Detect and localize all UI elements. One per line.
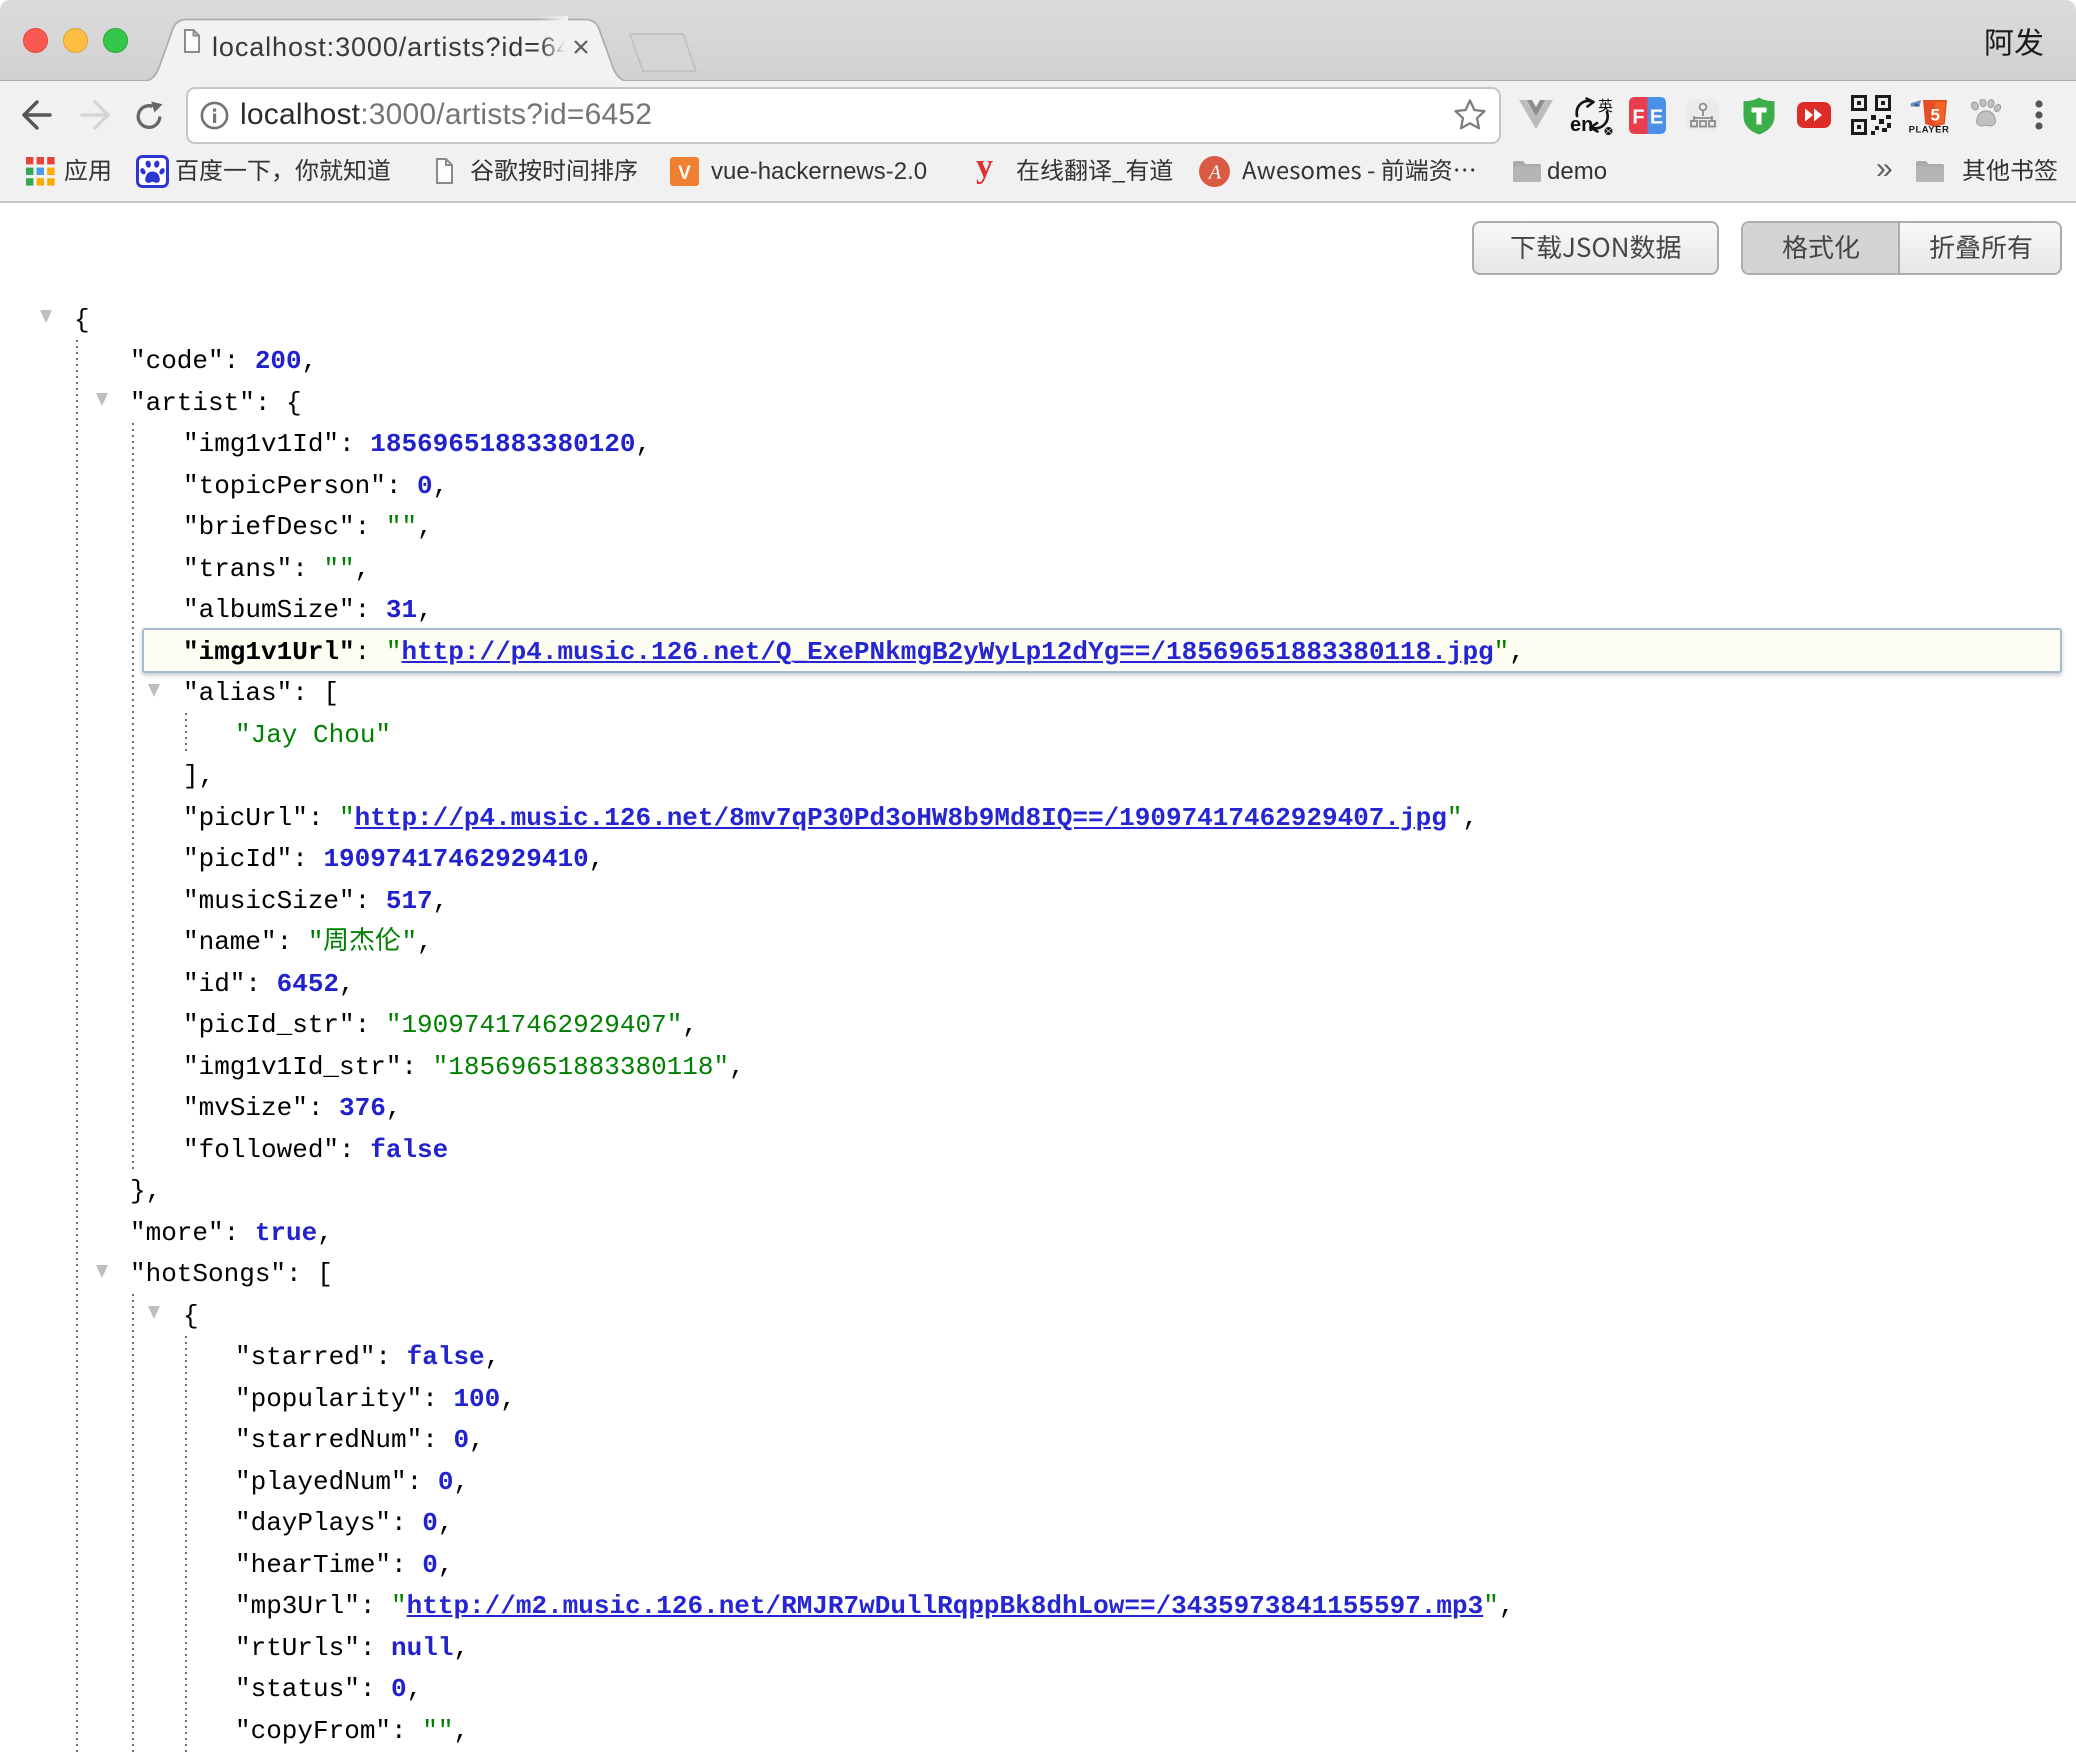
- svg-text:PLAYER: PLAYER: [1909, 125, 1949, 135]
- svg-text:F: F: [1632, 107, 1644, 129]
- svg-text:E: E: [1650, 107, 1663, 129]
- svg-text:5: 5: [1930, 106, 1939, 125]
- svg-text:A: A: [1207, 162, 1222, 184]
- svg-text:V: V: [678, 163, 691, 184]
